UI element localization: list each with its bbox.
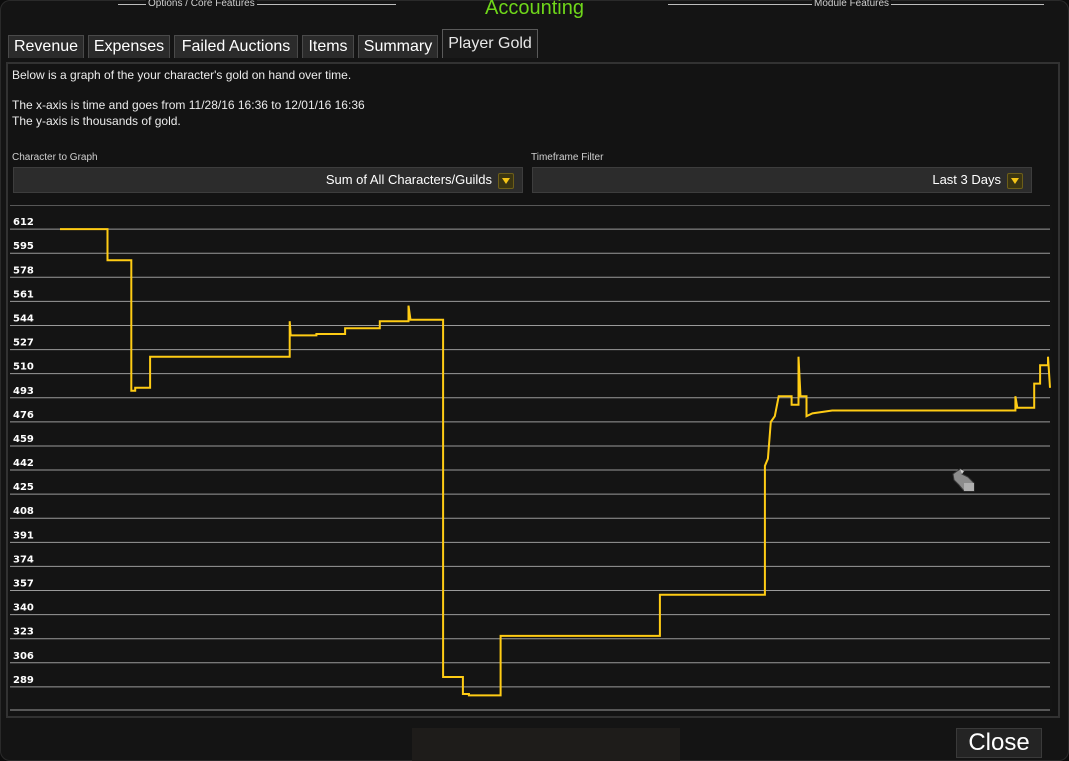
y-tick-label: 612 (13, 217, 34, 228)
window-title: Accounting (485, 0, 584, 19)
y-tick-label: 578 (13, 265, 34, 276)
y-tick-label: 561 (13, 289, 34, 300)
character-dropdown-value: Sum of All Characters/Guilds (325, 172, 492, 187)
x-axis-description: The x-axis is time and goes from 11/28/1… (12, 98, 365, 112)
close-button[interactable]: Close (956, 728, 1042, 758)
y-tick-label: 425 (13, 482, 34, 493)
gold-series-line (60, 228, 1051, 697)
y-tick-label: 391 (13, 530, 34, 541)
y-tick-label: 408 (13, 506, 34, 517)
gold-chart-svg: 612 595 578 561 544 527 510 493 476 459 442 425 408 3… (10, 205, 1051, 711)
dropdown-arrow-icon[interactable] (498, 173, 514, 189)
y-tick-label: 442 (13, 458, 34, 469)
y-tick-label: 340 (13, 603, 34, 614)
character-dropdown[interactable]: Sum of All Characters/Guilds (13, 167, 523, 193)
y-tick-label: 595 (13, 241, 34, 252)
timeframe-dropdown-label: Timeframe Filter (531, 152, 604, 163)
y-tick-label: 476 (13, 410, 34, 421)
y-tick-label: 374 (13, 554, 34, 565)
gold-graph: 612 595 578 561 544 527 510 493 476 459 442 425 408 3… (10, 205, 1052, 711)
y-tick-label: 527 (13, 338, 34, 349)
gauntlet-cursor-icon (952, 468, 975, 492)
tab-failed-auctions[interactable]: Failed Auctions (174, 35, 298, 58)
tab-expenses[interactable]: Expenses (88, 35, 170, 58)
y-tick-label: 459 (13, 434, 34, 445)
y-tick-label: 323 (13, 627, 34, 638)
tab-summary[interactable]: Summary (358, 35, 438, 58)
timeframe-dropdown[interactable]: Last 3 Days (532, 167, 1032, 193)
tab-revenue[interactable]: Revenue (8, 35, 84, 58)
character-dropdown-label: Character to Graph (12, 152, 98, 163)
bottom-frame-ornament (412, 728, 680, 761)
timeframe-dropdown-value: Last 3 Days (932, 172, 1001, 187)
accounting-window: Options / Core Features Module Features … (0, 0, 1069, 761)
y-tick-label: 510 (13, 362, 34, 373)
y-axis-description: The y-axis is thousands of gold. (12, 114, 181, 128)
y-tick-label: 289 (13, 675, 34, 686)
y-tick-label: 544 (13, 313, 34, 324)
y-tick-label: 493 (13, 386, 34, 397)
tab-player-gold[interactable]: Player Gold (442, 29, 538, 58)
graph-description: Below is a graph of the your character's… (12, 68, 352, 82)
y-tick-label: 357 (13, 579, 34, 590)
tab-items[interactable]: Items (302, 35, 354, 58)
y-tick-label: 306 (13, 651, 34, 662)
dropdown-arrow-icon[interactable] (1007, 173, 1023, 189)
